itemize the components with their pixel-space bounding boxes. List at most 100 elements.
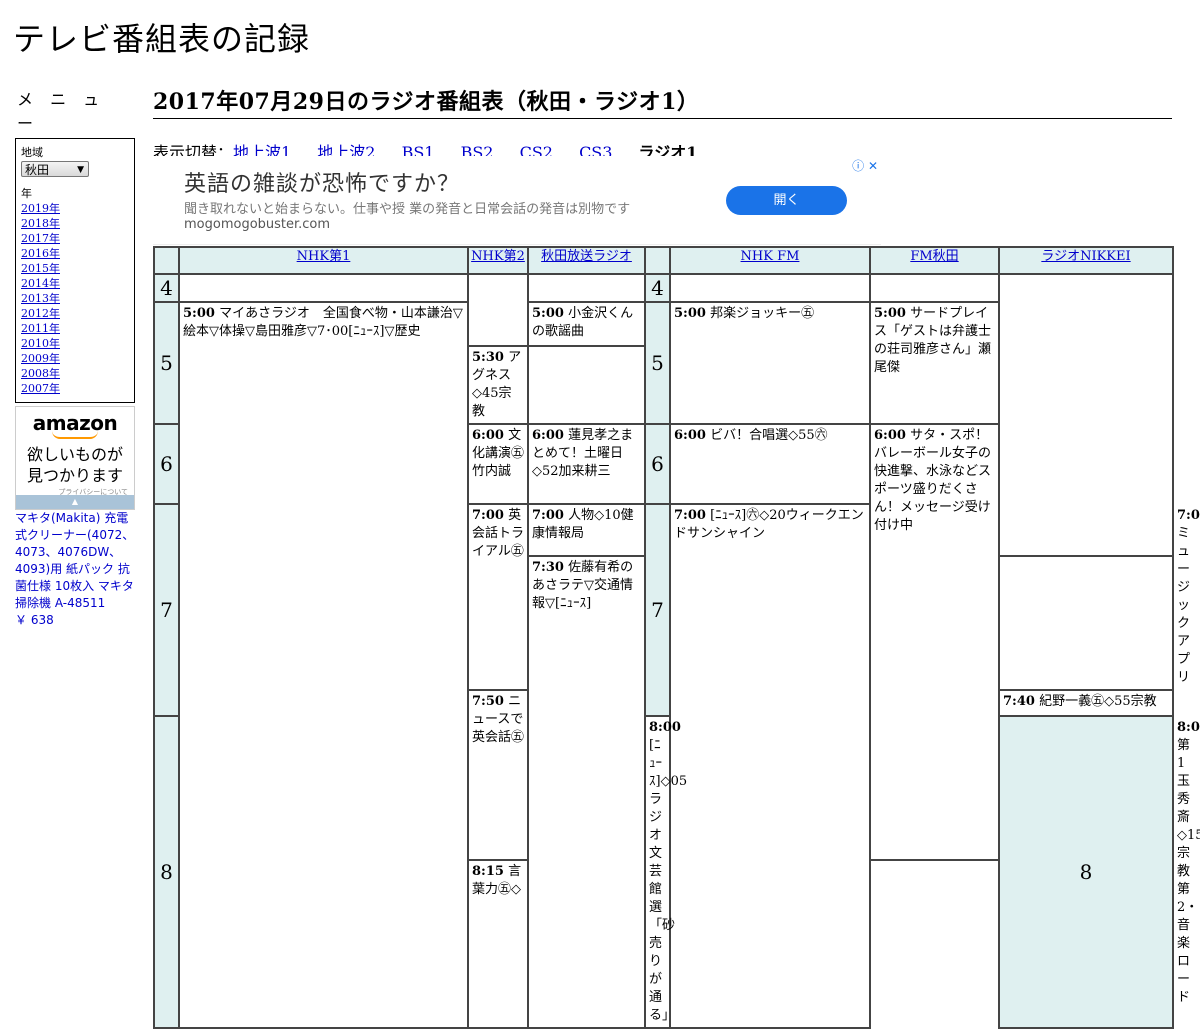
program-cell[interactable]: 8:00 [ﾆｭｰｽ]◇05ラジオ文芸館選「砂売りが通る」: [644, 715, 687, 1029]
year-link[interactable]: 2008年: [21, 367, 60, 380]
program-cell[interactable]: 6:00 ビバ！合唱選◇55㊅: [669, 423, 871, 505]
channel-header[interactable]: FM秋田: [910, 249, 958, 264]
amazon-message-line: 欲しいものが: [26, 445, 123, 464]
program-time: 6:00: [674, 428, 706, 443]
hour-label: 4: [644, 273, 671, 303]
ad-open-button[interactable]: 開く: [726, 186, 847, 215]
hour-label: 8: [998, 715, 1174, 1029]
amazon-ad[interactable]: amazon 欲しいものが 見つかります プライバシーについて ▲: [15, 406, 135, 510]
program-cell[interactable]: 5:00 サードプレイス「ゲストは弁護士の荘司雅彦さん」瀬尾傑: [869, 301, 1000, 425]
year-link[interactable]: 2012年: [21, 307, 60, 320]
program-title: 第1玉秀斎◇15宗教第2・音楽ロード: [1177, 738, 1200, 1005]
program-title: 紀野一義㊄◇55宗教: [1039, 694, 1157, 709]
hour-label: 5: [644, 301, 671, 425]
hour-label: 8: [153, 715, 180, 1029]
program-time: 5:00: [183, 306, 215, 321]
program-time: 7:00: [472, 508, 504, 523]
program-time: 7:30: [532, 560, 564, 575]
year-link[interactable]: 2007年: [21, 382, 60, 395]
empty-slot: [669, 273, 871, 303]
program-cell[interactable]: 5:30 アグネス◇45宗教: [467, 345, 529, 425]
hour-label: 7: [153, 503, 180, 717]
year-link[interactable]: 2011年: [21, 322, 60, 335]
program-time: 7:50: [472, 694, 504, 709]
program-title: サタ・スポ！バレーボール女子の快進撃、水泳などスポーツ盛りだくさん！メッセージ受…: [874, 428, 992, 533]
ad-info-close-icon[interactable]: ⓘ ✕: [852, 157, 878, 174]
program-cell[interactable]: 7:00 人物◇10健康情報局: [527, 503, 646, 557]
chevron-up-icon[interactable]: ▲: [16, 495, 134, 509]
hour-label: 6: [644, 423, 671, 505]
program-cell[interactable]: 7:40 紀野一義㊄◇55宗教: [998, 689, 1174, 717]
program-cell[interactable]: 6:00 サタ・スポ！バレーボール女子の快進撃、水泳などスポーツ盛りだくさん！メ…: [869, 423, 1000, 861]
empty-slot: [527, 273, 646, 303]
program-time: 5:00: [674, 306, 706, 321]
program-time: 6:00: [874, 428, 906, 443]
year-label: 年: [21, 187, 32, 200]
program-title: マイあさラジオ 全国食べ物・山本謙治▽絵本▽体操▽島田雅彦▽7･00[ﾆｭｰｽ]…: [183, 306, 463, 339]
hour-label: 5: [153, 301, 180, 425]
program-cell[interactable]: 5:00 マイあさラジオ 全国食べ物・山本謙治▽絵本▽体操▽島田雅彦▽7･00[…: [178, 301, 469, 1029]
amazon-logo: amazon: [32, 411, 118, 435]
ad-url[interactable]: mogomogobuster.com: [184, 217, 330, 232]
ad-headline[interactable]: 英語の雑談が恐怖ですか？: [184, 166, 460, 198]
program-cell[interactable]: 6:00 文化講演㊄ 竹内誠: [467, 423, 537, 505]
channel-header[interactable]: NHK第2: [471, 249, 525, 264]
amazon-product[interactable]: マキタ(Makita) 充電式クリーナー(4072、4073、4076DW、40…: [15, 510, 139, 629]
program-cell[interactable]: 7:30 佐藤有希のあさラテ▽交通情報▽[ﾆｭｰｽ]: [527, 555, 646, 1029]
year-link[interactable]: 2016年: [21, 247, 60, 260]
region-label: 地域: [21, 146, 43, 159]
program-cell[interactable]: 5:00 邦楽ジョッキー㊄: [669, 301, 871, 425]
empty-slot: [869, 273, 1000, 303]
product-name[interactable]: マキタ(Makita) 充電式クリーナー(4072、4073、4076DW、40…: [15, 510, 139, 612]
year-link[interactable]: 2014年: [21, 277, 60, 290]
schedule-table: NHK第1 NHK第2 秋田放送ラジオ NHK FM FM秋田 ラジオNIKKE…: [153, 246, 1200, 1029]
program-cell[interactable]: 7:00 [ﾆｭｰｽ]㊅◇20ウィークエンドサンシャイン: [669, 503, 871, 1029]
program-cell[interactable]: 5:00 小金沢くんの歌謡曲: [527, 301, 646, 347]
hour-label: 6: [153, 423, 180, 505]
corner-cell: [153, 246, 180, 275]
empty-slot: [178, 273, 469, 303]
program-time: 6:00: [472, 428, 504, 443]
program-title: 邦楽ジョッキー㊄: [710, 306, 815, 321]
program-time: 7:00: [532, 508, 564, 523]
empty-slot: [467, 273, 529, 347]
channel-header[interactable]: 秋田放送ラジオ: [541, 249, 632, 264]
page-title: 2017年07月29日のラジオ番組表（秋田・ラジオ1）: [153, 84, 1172, 119]
year-link[interactable]: 2019年: [21, 202, 60, 215]
ad-subtext: 聞き取れないと始まらない。仕事や授 業の発音と日常会話の発音は別物です: [184, 202, 631, 217]
product-price: ￥ 638: [15, 613, 54, 627]
program-cell[interactable]: 8:15 言葉力㊄◇: [467, 859, 529, 1029]
google-ad[interactable]: ⓘ ✕ 英語の雑談が恐怖ですか？ 聞き取れないと始まらない。仕事や授 業の発音と…: [153, 156, 881, 245]
region-select[interactable]: 秋田 ▼: [21, 161, 89, 177]
year-link[interactable]: 2013年: [21, 292, 60, 305]
program-time: 7:40: [1003, 694, 1035, 709]
year-link[interactable]: 2015年: [21, 262, 60, 275]
chevron-down-icon: ▼: [77, 165, 84, 175]
channel-header[interactable]: ラジオNIKKEI: [1041, 249, 1130, 264]
channel-header[interactable]: NHK第1: [297, 249, 351, 264]
program-time: 5:30: [472, 350, 504, 365]
amazon-message: 欲しいものが 見つかります: [16, 444, 134, 486]
year-link[interactable]: 2017年: [21, 232, 60, 245]
program-time: 8:15: [472, 864, 504, 879]
program-cell[interactable]: 6:00 蓮見孝之まとめて！土曜日◇52加来耕三: [527, 423, 646, 505]
amazon-message-line: 見つかります: [26, 466, 123, 485]
program-title: ミュージックアプリ: [1177, 526, 1191, 685]
menu-box: 地域 秋田 ▼ 年 2019年 2018年 2017年 2016年 2015年 …: [15, 138, 135, 403]
year-link[interactable]: 2010年: [21, 337, 60, 350]
corner-cell: [644, 246, 671, 275]
year-list: 2019年 2018年 2017年 2016年 2015年 2014年 2013…: [21, 201, 129, 396]
program-title: ビバ！合唱選◇55㊅: [710, 428, 828, 443]
region-select-value: 秋田: [25, 163, 50, 177]
program-time: 7:00: [1177, 508, 1200, 523]
year-link[interactable]: 2018年: [21, 217, 60, 230]
program-time: 8:00: [1177, 720, 1200, 735]
hour-label: 7: [644, 503, 671, 717]
program-time: 8:00: [649, 720, 681, 735]
year-link[interactable]: 2009年: [21, 352, 60, 365]
program-cell[interactable]: 7:00 英会話トライアル㊄: [467, 503, 529, 691]
channel-header[interactable]: NHK FM: [741, 249, 800, 264]
site-title: テレビ番組表の記録: [13, 20, 311, 58]
program-cell[interactable]: 7:50 ニュースで英会話㊄: [467, 689, 529, 861]
menu-heading: メ ニ ュ ー: [17, 90, 106, 133]
